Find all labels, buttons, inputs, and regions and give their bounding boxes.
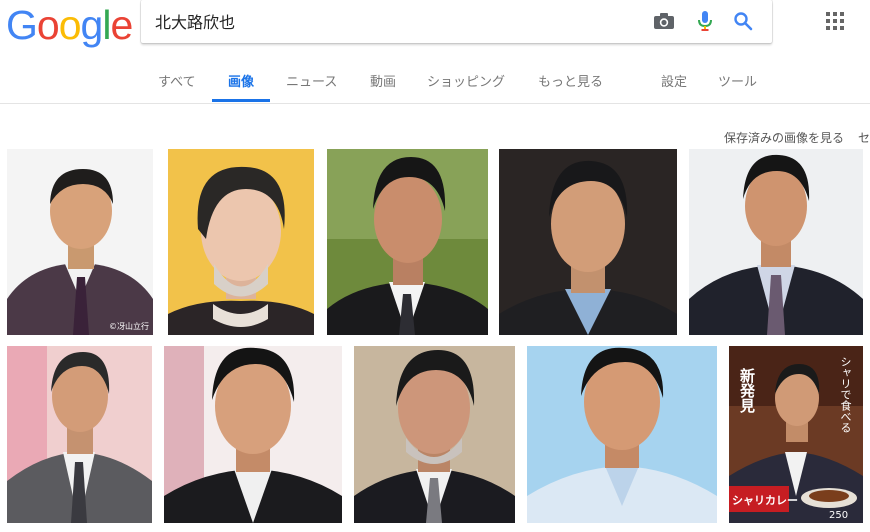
image-result-9[interactable] bbox=[527, 346, 717, 523]
search-icon[interactable] bbox=[730, 8, 756, 34]
ad-price: 250 bbox=[829, 510, 849, 521]
ad-vertical-text: シャリで食べる bbox=[839, 356, 852, 433]
image-result-5[interactable] bbox=[689, 149, 863, 335]
active-tab-indicator bbox=[212, 99, 270, 102]
image-result-1[interactable]: ©冴山立行 bbox=[7, 149, 153, 335]
google-logo[interactable]: Google bbox=[6, 2, 133, 48]
header: Google 北大路欣也 すべて 画像 ニュース 動画 ショッピング もっと見る… bbox=[0, 0, 870, 104]
camera-icon[interactable] bbox=[651, 8, 677, 34]
ad-title: 新発見 bbox=[738, 368, 756, 413]
logo-letter: o bbox=[58, 2, 82, 48]
image-result-2[interactable] bbox=[168, 149, 314, 335]
ad-product-name: シャリカレー bbox=[732, 494, 798, 507]
logo-letter: e bbox=[110, 2, 133, 48]
tab-bar: すべて 画像 ニュース 動画 ショッピング もっと見る 設定 ツール bbox=[0, 56, 870, 102]
logo-letter: G bbox=[6, 2, 38, 48]
saved-images-link[interactable]: 保存済みの画像を見る bbox=[724, 129, 844, 146]
image-result-10[interactable]: 新発見 シャリで食べる シャリカレー 250 bbox=[729, 346, 863, 523]
logo-letter: o bbox=[36, 2, 60, 48]
microphone-icon[interactable] bbox=[692, 8, 718, 34]
image-result-6[interactable] bbox=[7, 346, 152, 523]
logo-letter: g bbox=[80, 2, 104, 48]
image-watermark: ©冴山立行 bbox=[109, 322, 149, 331]
apps-grid-icon[interactable] bbox=[826, 12, 846, 32]
search-input[interactable] bbox=[155, 6, 635, 36]
tab-shopping[interactable]: ショッピング bbox=[427, 71, 505, 90]
safesearch-link-cut[interactable]: セ bbox=[858, 129, 870, 146]
tab-all[interactable]: すべて bbox=[158, 71, 196, 90]
image-result-8[interactable] bbox=[354, 346, 515, 523]
image-result-7[interactable] bbox=[164, 346, 342, 523]
logo-letter: l bbox=[102, 2, 111, 48]
tab-images[interactable]: 画像 bbox=[228, 71, 254, 90]
tab-settings[interactable]: 設定 bbox=[661, 71, 687, 90]
tab-more[interactable]: もっと見る bbox=[538, 71, 603, 90]
tab-videos[interactable]: 動画 bbox=[370, 71, 396, 90]
tab-tools[interactable]: ツール bbox=[718, 71, 757, 90]
tab-news[interactable]: ニュース bbox=[286, 71, 337, 90]
image-result-4[interactable] bbox=[499, 149, 677, 335]
image-result-3[interactable] bbox=[327, 149, 488, 335]
search-box bbox=[141, 0, 772, 43]
